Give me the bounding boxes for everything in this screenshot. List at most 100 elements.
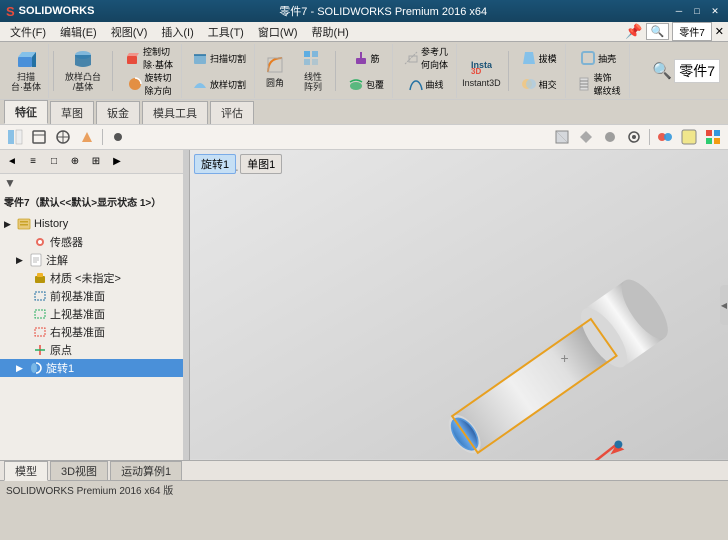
tree-item-history[interactable]: ▶ History bbox=[0, 215, 189, 233]
fillet-label: 圆角 bbox=[266, 79, 284, 89]
curve-button[interactable]: 曲线 bbox=[399, 72, 452, 96]
view-btn-5[interactable] bbox=[107, 127, 129, 147]
feature-tabs-bar: 特征 草图 钣金 模具工具 评估 bbox=[0, 100, 728, 124]
tree-item-sensor[interactable]: 传感器 bbox=[0, 233, 189, 251]
lp-play-icon[interactable]: ▶ bbox=[107, 153, 127, 171]
model-display: + ▶ 旋转1 bbox=[190, 150, 728, 460]
tab-motion1[interactable]: 运动算例1 bbox=[110, 461, 182, 481]
tree-root[interactable]: 零件7（默认<<默认>显示状态 1>） bbox=[0, 192, 189, 211]
tree-item-right-plane[interactable]: 右视基准面 bbox=[0, 323, 189, 341]
tree-item-origin[interactable]: 原点 bbox=[0, 341, 189, 359]
toolbar-search-icon[interactable]: 🔍 bbox=[652, 61, 672, 81]
extrude-boss-button[interactable]: 扫描台·基体 bbox=[8, 46, 44, 94]
loft-icon bbox=[71, 47, 95, 71]
view-display-3[interactable] bbox=[599, 127, 621, 147]
tab-features[interactable]: 特征 bbox=[4, 100, 48, 124]
view-sheet1-label: 单图1 bbox=[247, 159, 275, 171]
view-color-3[interactable] bbox=[702, 127, 724, 147]
view-rotate1-button[interactable]: 旋转1 bbox=[194, 154, 236, 174]
tree-item-notes[interactable]: ▶ 注解 bbox=[0, 251, 189, 269]
menu-view[interactable]: 视图(V) bbox=[105, 23, 154, 41]
instant3d-button[interactable]: Instant 3D Instant3D bbox=[459, 47, 504, 95]
revolve1-label: 旋转1 bbox=[46, 360, 74, 376]
draft-button[interactable]: 拔模 bbox=[517, 45, 561, 71]
toolbar-pin-icon[interactable]: 📌 bbox=[625, 23, 642, 40]
ref-geo-button[interactable]: 参考几何向体 bbox=[399, 45, 452, 71]
view-btn-2[interactable] bbox=[28, 127, 50, 147]
top-plane-icon bbox=[32, 306, 48, 322]
fillet-icon bbox=[263, 53, 287, 77]
right-plane-label: 右视基准面 bbox=[50, 324, 105, 340]
menu-help[interactable]: 帮助(H) bbox=[306, 23, 355, 41]
lp-grid-icon[interactable]: ⊞ bbox=[86, 153, 106, 171]
maximize-button[interactable]: □ bbox=[690, 5, 704, 17]
rotate-cut-button[interactable]: 旋转切除方向 bbox=[121, 72, 177, 96]
tab-sheet-metal[interactable]: 钣金 bbox=[96, 101, 140, 124]
rib-button[interactable]: 筋 bbox=[344, 45, 388, 71]
thread-button[interactable]: 装饰螺纹线 bbox=[572, 72, 625, 96]
view-sheet1-button[interactable]: 单图1 bbox=[240, 154, 282, 174]
3d-viewport[interactable]: 旋转1 单图1 bbox=[190, 150, 728, 460]
tab-motion1-label: 运动算例1 bbox=[121, 466, 171, 478]
sep-view1 bbox=[102, 129, 103, 145]
menu-tools[interactable]: 工具(T) bbox=[202, 23, 250, 41]
menu-edit[interactable]: 编辑(E) bbox=[54, 23, 103, 41]
panel-resize-handle[interactable] bbox=[183, 150, 189, 460]
view-btn-1[interactable] bbox=[4, 127, 26, 147]
view-btn-3[interactable] bbox=[52, 127, 74, 147]
material-label: 材质 <未指定> bbox=[50, 270, 121, 286]
view-display-4[interactable] bbox=[623, 127, 645, 147]
linear-array-button[interactable]: 线性阵列 bbox=[295, 47, 331, 95]
viewport-toolbar: 旋转1 单图1 bbox=[194, 154, 282, 174]
close-button[interactable]: ✕ bbox=[708, 5, 722, 17]
viewport-collapse-handle[interactable]: ◀ bbox=[720, 285, 728, 325]
view-btn-4[interactable] bbox=[76, 127, 98, 147]
wrap-button[interactable]: 包覆 bbox=[344, 72, 388, 96]
tree-item-top-plane[interactable]: 上视基准面 bbox=[0, 305, 189, 323]
thread-label: 装饰螺纹线 bbox=[594, 71, 621, 97]
lp-list-icon[interactable]: ≡ bbox=[23, 153, 43, 171]
origin-icon bbox=[32, 342, 48, 358]
draft-label: 拔模 bbox=[539, 52, 557, 65]
lp-arrow-icon[interactable]: ◄ bbox=[2, 153, 22, 171]
view-color-1[interactable] bbox=[654, 127, 676, 147]
right-plane-icon bbox=[32, 324, 48, 340]
scan-cut-button[interactable]: 扫描切割 bbox=[188, 45, 250, 71]
tab-evaluate[interactable]: 评估 bbox=[210, 101, 254, 124]
tab-model[interactable]: 模型 bbox=[4, 461, 48, 481]
rotate-cut-label: 旋转切除方向 bbox=[145, 71, 172, 97]
window-controls[interactable]: ─ □ ✕ bbox=[672, 5, 722, 17]
zero-icon[interactable]: 零件7 bbox=[674, 59, 720, 83]
tab-mold-tools[interactable]: 模具工具 bbox=[142, 101, 208, 124]
minimize-button[interactable]: ─ bbox=[672, 5, 686, 17]
view-display-1[interactable] bbox=[551, 127, 573, 147]
rib-label: 筋 bbox=[371, 52, 380, 65]
tree-item-revolve1[interactable]: ▶ 旋转1 bbox=[0, 359, 189, 377]
close-search-icon[interactable]: ✕ bbox=[715, 25, 724, 38]
view-display-2[interactable] bbox=[575, 127, 597, 147]
menu-insert[interactable]: 插入(I) bbox=[155, 23, 199, 41]
view-color-2[interactable] bbox=[678, 127, 700, 147]
tree-item-front-plane[interactable]: 前视基准面 bbox=[0, 287, 189, 305]
revolve1-expand: ▶ bbox=[16, 363, 26, 374]
menu-file[interactable]: 文件(F) bbox=[4, 23, 52, 41]
tab-3d-view[interactable]: 3D视图 bbox=[50, 461, 108, 481]
loft-button[interactable]: 放样凸台/基体 bbox=[62, 46, 104, 94]
lp-plus-icon[interactable]: ⊕ bbox=[65, 153, 85, 171]
loft-label: 放样凸台/基体 bbox=[65, 73, 101, 93]
boundary-cut-button[interactable]: 放样切割 bbox=[188, 72, 250, 96]
help-search[interactable]: 零件7 bbox=[672, 22, 712, 41]
notes-icon bbox=[28, 252, 44, 268]
intersect-button[interactable]: 相交 bbox=[517, 72, 561, 96]
tab-sketch[interactable]: 草图 bbox=[50, 101, 94, 124]
extrude-boss-label: 扫描台·基体 bbox=[11, 73, 41, 93]
fillet-button[interactable]: 圆角 bbox=[257, 47, 293, 95]
shell-button[interactable]: 抽壳 bbox=[572, 45, 625, 71]
tree-item-material[interactable]: 材质 <未指定> bbox=[0, 269, 189, 287]
menu-window[interactable]: 窗口(W) bbox=[252, 23, 304, 41]
control-cut-button[interactable]: 控制切除·基体 bbox=[121, 45, 177, 71]
lp-box-icon[interactable]: □ bbox=[44, 153, 64, 171]
search-icon[interactable]: 🔍 bbox=[646, 23, 670, 40]
collapse-arrow-icon: ◀ bbox=[721, 301, 727, 310]
right-toolbar: 🔍 零件7 bbox=[652, 59, 724, 83]
